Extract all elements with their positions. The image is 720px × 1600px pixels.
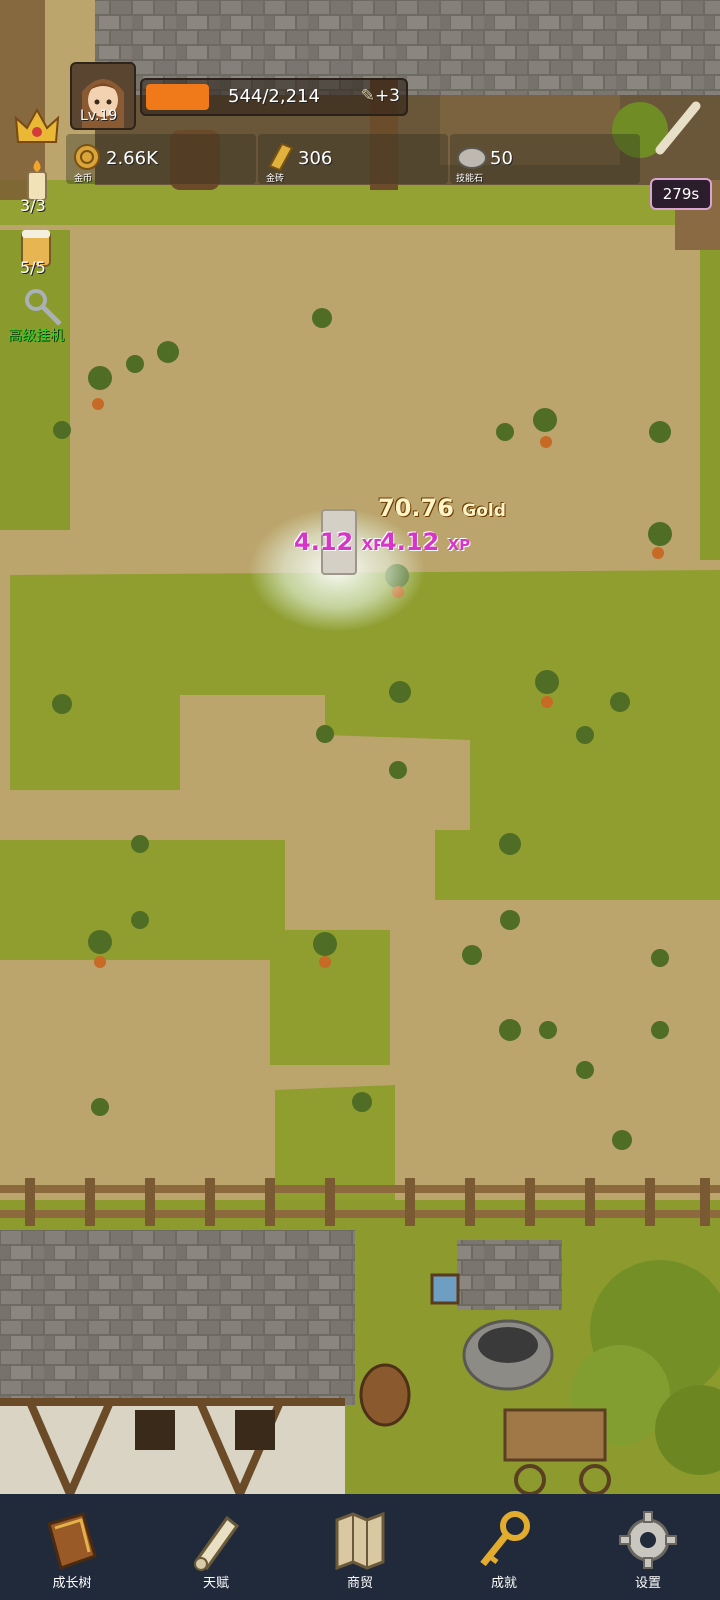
- bone-icon[interactable]: [652, 98, 704, 158]
- xp-gain-text: 4.12 XP: [294, 528, 385, 556]
- xp-text: 544/2,214: [228, 86, 320, 107]
- gear-icon: [619, 1511, 677, 1569]
- player-level: Lv.19: [80, 108, 118, 124]
- nav-label: 天赋: [202, 1576, 229, 1591]
- feather-icon: ✎: [360, 86, 375, 106]
- resource-gold: 2.66K 金币: [66, 134, 256, 184]
- candle-count: 3/3: [20, 196, 46, 215]
- gold-gain-text: 70.76 Gold: [378, 494, 506, 522]
- beer-count: 5/5: [20, 258, 46, 277]
- scroll-icon: [194, 1515, 240, 1571]
- key-icon: [480, 1511, 530, 1567]
- skill-stone-label: 技能石: [456, 174, 484, 184]
- resource-skill-stone: 50 技能石: [450, 134, 640, 184]
- nav-label: 商贸: [346, 1576, 373, 1591]
- bottom-nav: 成长树 天赋 商贸 成就 设置: [0, 1494, 720, 1600]
- gold-bar-value: 306: [298, 148, 333, 169]
- nav-trade[interactable]: 商贸: [288, 1494, 432, 1600]
- skill-stone-icon: [457, 147, 487, 169]
- xp-gain-text: 4.12 XP: [380, 528, 471, 556]
- gold-bar-icon: [268, 142, 294, 172]
- nav-label: 设置: [634, 1576, 661, 1591]
- nav-label: 成长树: [52, 1576, 92, 1591]
- xp-bonus: ✎+3: [360, 86, 400, 106]
- xp-bar: 544/2,214 ✎+3: [140, 78, 408, 116]
- skill-stone-value: 50: [490, 148, 513, 169]
- boss-timer[interactable]: 279s: [650, 178, 712, 210]
- gold-coin-icon: [74, 144, 100, 170]
- gold-value: 2.66K: [106, 148, 158, 169]
- xp-bar-fill: [146, 84, 209, 110]
- nav-label: 成就: [490, 1576, 517, 1591]
- nav-growth-tree[interactable]: 成长树: [0, 1494, 144, 1600]
- gold-bar-label: 金砖: [266, 174, 285, 184]
- gold-label: 金币: [74, 174, 93, 184]
- farm-scene: [0, 0, 720, 1600]
- map-icon: [335, 1511, 385, 1571]
- book-icon: [47, 1512, 97, 1570]
- auto-idle-label[interactable]: 高级挂机: [8, 325, 64, 345]
- nav-achievement[interactable]: 成就: [432, 1494, 576, 1600]
- nav-settings[interactable]: 设置: [576, 1494, 720, 1600]
- wind-up-key-icon[interactable]: [20, 286, 64, 330]
- crown-icon[interactable]: [12, 104, 62, 150]
- resource-gold-bar: 306 金砖: [258, 134, 448, 184]
- nav-talent[interactable]: 天赋: [144, 1494, 288, 1600]
